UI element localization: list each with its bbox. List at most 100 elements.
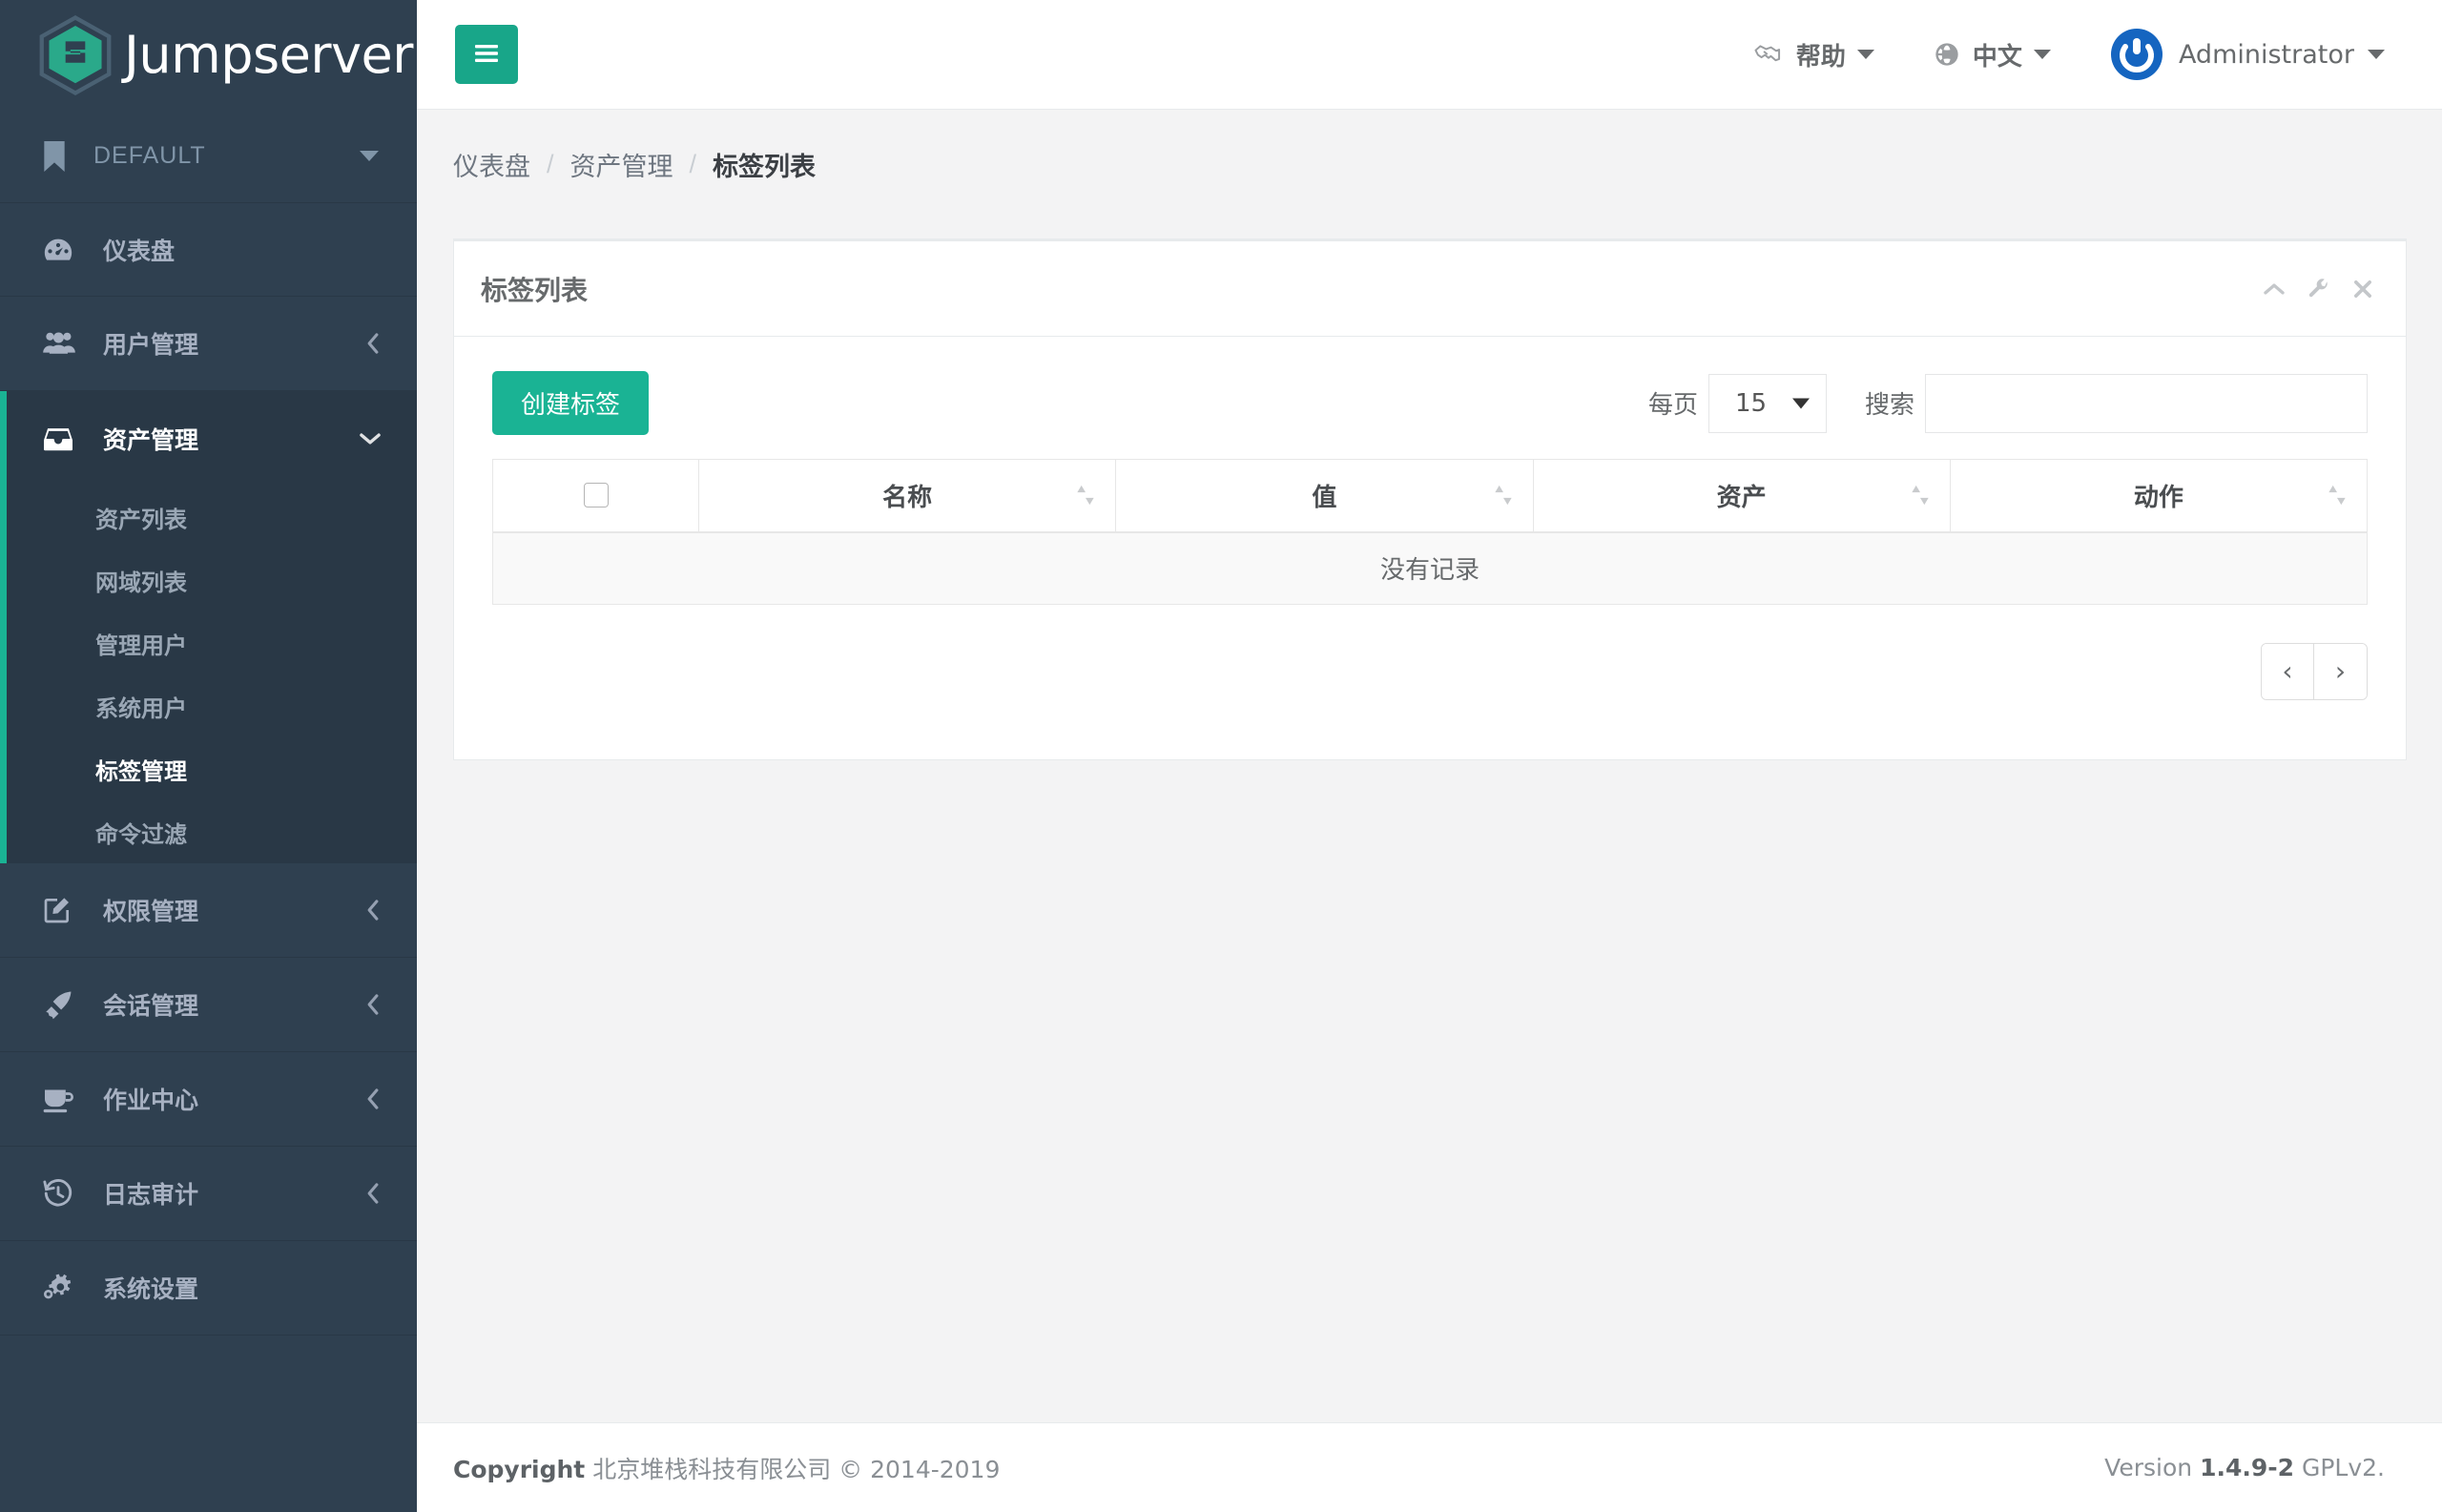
table-body: 没有记录 <box>492 531 2368 605</box>
table-header-name[interactable]: 名称 <box>697 459 1117 533</box>
footer-version-prefix: Version <box>2104 1454 2201 1481</box>
breadcrumb-item-current: 标签列表 <box>713 153 817 181</box>
sort-toggle-icon <box>2327 483 2348 507</box>
search-label: 搜索 <box>1864 390 1914 419</box>
breadcrumb-item-asset-management[interactable]: 资产管理 <box>570 146 673 183</box>
submenu-label: 标签管理 <box>95 758 187 785</box>
help-label: 帮助 <box>1795 41 1846 71</box>
panel-tools <box>2262 278 2374 300</box>
help-menu[interactable]: 帮助 <box>1753 37 1874 72</box>
table-header-action[interactable]: 动作 <box>1949 459 2369 533</box>
panel-body: 创建标签 每页 15 搜索 名称 值 资产 动作 没有记录 ‹ › <box>454 337 2406 759</box>
chevron-down-icon <box>358 429 383 448</box>
caret-down-icon <box>1856 50 1874 59</box>
sidebar-item-label: 资产管理 <box>103 426 199 454</box>
user-menu[interactable]: Administrator <box>2110 28 2385 81</box>
breadcrumb-separator: / <box>689 150 697 178</box>
chevron-up-icon[interactable] <box>2262 280 2287 298</box>
close-x-icon[interactable] <box>2351 278 2374 300</box>
pagination-prev-button[interactable]: ‹ <box>2262 644 2314 699</box>
edit-square-icon <box>42 895 80 925</box>
sidebar-item-asset-management[interactable]: 资产管理 <box>0 391 417 486</box>
footer-version: Version 1.4.9-2 GPLv2. <box>2104 1454 2385 1481</box>
breadcrumb-item-dashboard[interactable]: 仪表盘 <box>453 146 530 183</box>
submenu-item-label-management[interactable]: 标签管理 <box>7 737 417 800</box>
dashboard-icon <box>42 234 80 266</box>
create-label-button[interactable]: 创建标签 <box>492 371 650 435</box>
page-title: 标签列表 <box>481 275 589 305</box>
sidebar-item-permission-management[interactable]: 权限管理 <box>0 863 417 958</box>
brand-header[interactable]: Jumpserver <box>0 0 417 110</box>
users-icon <box>42 329 80 358</box>
table-header-select-all <box>492 459 699 533</box>
footer-copyright: Copyright 北京堆栈科技有限公司 © 2014-2019 <box>453 1451 2104 1485</box>
table-header-asset[interactable]: 资产 <box>1532 459 1951 533</box>
footer: Copyright 北京堆栈科技有限公司 © 2014-2019 Version… <box>417 1422 2442 1512</box>
submenu-label: 网域列表 <box>95 570 187 596</box>
inbox-icon <box>42 425 80 453</box>
pagination-next-button[interactable]: › <box>2314 644 2367 699</box>
sidebar-item-system-settings[interactable]: 系统设置 <box>0 1241 417 1336</box>
chevron-left-icon <box>363 992 383 1017</box>
breadcrumb-separator: / <box>547 150 554 178</box>
column-label: 值 <box>1312 482 1337 511</box>
table-header-row: 名称 值 资产 动作 <box>492 459 2369 533</box>
chevron-left-icon <box>363 898 383 922</box>
bookmark-icon <box>42 140 67 172</box>
perpage-select[interactable]: 15 <box>1707 373 1827 433</box>
language-menu[interactable]: 中文 <box>1934 37 2051 72</box>
column-label: 资产 <box>1716 482 1767 511</box>
column-label: 名称 <box>882 482 933 511</box>
submenu-label: 命令过滤 <box>95 821 187 848</box>
pagination: ‹ › <box>2261 643 2368 700</box>
submenu-label: 资产列表 <box>95 507 187 533</box>
rocket-icon <box>42 988 80 1021</box>
footer-version-suffix: GPLv2. <box>2294 1454 2385 1481</box>
caret-down-icon <box>360 151 379 161</box>
org-switcher[interactable]: DEFAULT <box>0 110 417 202</box>
caret-down-icon <box>2033 50 2051 59</box>
submenu-item-domain-list[interactable]: 网域列表 <box>7 549 417 611</box>
submenu-item-command-filter[interactable]: 命令过滤 <box>7 800 417 863</box>
submenu-item-system-user[interactable]: 系统用户 <box>7 674 417 737</box>
select-all-checkbox[interactable] <box>583 483 609 508</box>
sidebar-item-label: 仪表盘 <box>103 238 176 265</box>
sidebar-item-label: 作业中心 <box>103 1087 199 1114</box>
sidebar-item-job-center[interactable]: 作业中心 <box>0 1052 417 1147</box>
language-label: 中文 <box>1972 41 2022 71</box>
brand-name: Jumpserver <box>124 25 413 85</box>
perpage-value: 15 <box>1734 388 1768 418</box>
sidebar-item-dashboard[interactable]: 仪表盘 <box>0 202 417 297</box>
label-table: 名称 值 资产 动作 没有记录 <box>492 459 2369 605</box>
handshake-icon <box>1753 42 1784 67</box>
sort-toggle-icon <box>1493 483 1514 507</box>
sort-toggle-icon <box>1075 483 1096 507</box>
submenu-label: 系统用户 <box>95 695 187 722</box>
table-header-value[interactable]: 值 <box>1115 459 1534 533</box>
sidebar-item-log-audit[interactable]: 日志审计 <box>0 1147 417 1241</box>
sidebar-item-label: 系统设置 <box>103 1276 199 1303</box>
submenu-item-admin-user[interactable]: 管理用户 <box>7 611 417 674</box>
sidebar-item-user-management[interactable]: 用户管理 <box>0 297 417 391</box>
search-input[interactable] <box>1925 373 2368 433</box>
sidebar-item-session-management[interactable]: 会话管理 <box>0 958 417 1052</box>
sidebar-item-label: 会话管理 <box>103 993 199 1020</box>
wrench-icon[interactable] <box>2307 278 2330 300</box>
asset-management-submenu: 资产列表 网域列表 管理用户 系统用户 标签管理 命令过滤 <box>0 486 417 863</box>
submenu-item-asset-list[interactable]: 资产列表 <box>7 486 417 549</box>
top-navigation-bar: 帮助 中文 Administrator <box>417 0 2442 110</box>
chevron-left-icon <box>363 331 383 356</box>
caret-down-icon <box>2368 50 2385 59</box>
sidebar-toggle-button[interactable] <box>455 25 518 84</box>
sidebar: Jumpserver DEFAULT 仪表盘 用户管理 资产管理 资产列表 网域… <box>0 0 417 1512</box>
label-list-panel: 标签列表 创建标签 每页 15 搜索 名称 值 资产 动作 没有记录 ‹ › <box>453 238 2407 760</box>
empty-message: 没有记录 <box>492 531 2368 605</box>
footer-copyright-text: 北京堆栈科技有限公司 © 2014-2019 <box>585 1455 1001 1483</box>
perpage-label: 每页 <box>1647 390 1698 419</box>
footer-copyright-bold: Copyright <box>453 1455 586 1483</box>
breadcrumb: 仪表盘 / 资产管理 / 标签列表 <box>417 111 2442 218</box>
sidebar-item-label: 用户管理 <box>103 332 199 359</box>
table-toolbar: 创建标签 每页 15 搜索 <box>492 371 2368 435</box>
history-icon <box>42 1177 80 1210</box>
sidebar-item-label: 权限管理 <box>103 899 199 925</box>
